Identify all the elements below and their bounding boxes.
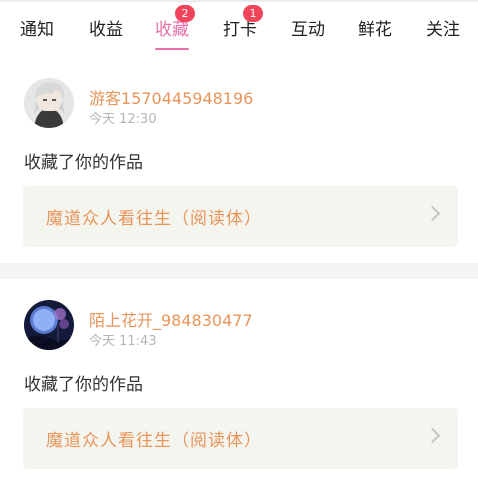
work-link-card[interactable]: 魔道众人看往生（阅读体）	[23, 408, 458, 469]
tab-earnings[interactable]: 收益	[89, 17, 123, 43]
tab-checkin[interactable]: 打卡 1	[223, 5, 263, 43]
tab-label: 打卡	[223, 20, 257, 40]
action-text: 收藏了你的作品	[24, 375, 143, 395]
tab-notifications[interactable]: 通知	[20, 17, 54, 43]
username[interactable]: 游客1570445948196	[89, 85, 253, 109]
timestamp: 今天 11:43	[89, 334, 157, 349]
username[interactable]: 陌上花开_984830477	[89, 307, 253, 331]
tab-label: 收藏	[155, 20, 189, 40]
tab-label: 鲜花	[358, 20, 392, 40]
avatar[interactable]	[24, 78, 74, 128]
divider	[0, 263, 478, 279]
action-text: 收藏了你的作品	[24, 153, 143, 173]
work-title: 魔道众人看往生（阅读体）	[46, 431, 262, 451]
list-item: 陌上花开_984830477 今天 11:43 收藏了你的作品 魔道众人看往生（…	[0, 279, 478, 494]
tab-label: 收益	[89, 20, 123, 40]
tab-interactions[interactable]: 互动	[291, 17, 325, 43]
chevron-right-icon	[424, 427, 441, 444]
work-title: 魔道众人看往生（阅读体）	[46, 209, 262, 229]
list-item: 游客1570445948196 今天 12:30 收藏了你的作品 魔道众人看往生…	[0, 50, 478, 263]
tab-label: 通知	[20, 20, 54, 40]
work-link-card[interactable]: 魔道众人看往生（阅读体）	[23, 186, 458, 247]
night-moon-icon	[24, 300, 74, 350]
anime-avatar-icon	[24, 78, 74, 128]
tab-label: 互动	[291, 20, 325, 40]
top-tab-bar: 通知 收益 收藏 2 打卡 1 互动 鲜花 关注	[0, 0, 478, 51]
tab-flowers[interactable]: 鲜花	[358, 17, 392, 43]
tab-following[interactable]: 关注	[426, 17, 460, 43]
tab-label: 关注	[426, 20, 460, 40]
tab-favorites[interactable]: 收藏 2	[155, 5, 195, 51]
chevron-right-icon	[424, 205, 441, 222]
unread-badge: 1	[243, 5, 263, 22]
unread-badge: 2	[175, 5, 195, 22]
avatar[interactable]	[24, 300, 74, 350]
timestamp: 今天 12:30	[89, 112, 157, 127]
